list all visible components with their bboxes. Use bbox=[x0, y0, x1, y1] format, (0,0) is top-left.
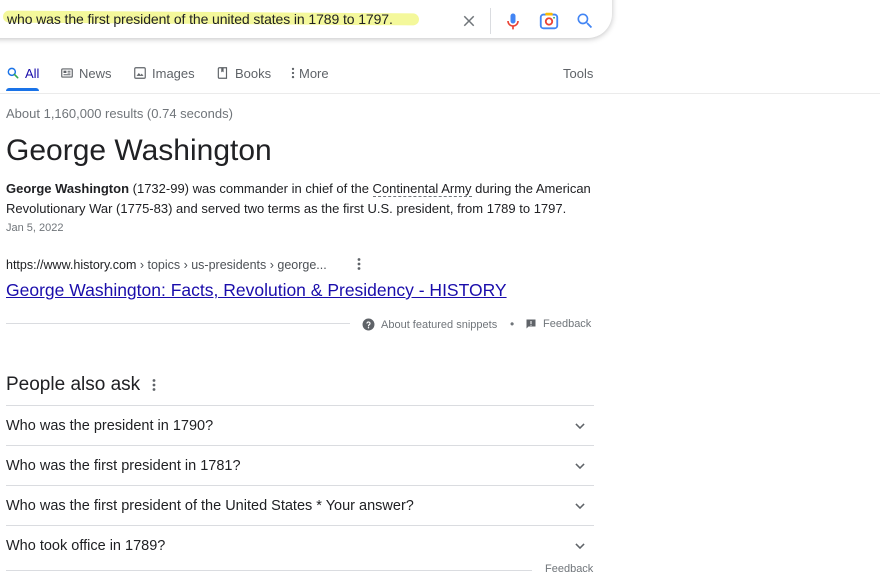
featured-snippet-text: George Washington (1732-99) was commande… bbox=[6, 179, 596, 219]
url-domain: https://www.history.com bbox=[6, 258, 137, 272]
camera-icon[interactable] bbox=[536, 8, 562, 34]
about-featured-snippets-link[interactable]: About featured snippets bbox=[362, 318, 497, 331]
about-label: About featured snippets bbox=[381, 318, 498, 331]
chevron-down-icon bbox=[570, 536, 590, 556]
result-stats: About 1,160,000 results (0.74 seconds) bbox=[6, 106, 233, 121]
tab-news[interactable]: News bbox=[60, 64, 112, 82]
paa-question[interactable]: Who took office in 1789? bbox=[6, 525, 594, 565]
search-bar: who was the first president of the unite… bbox=[0, 0, 612, 38]
feedback-label: Feedback bbox=[543, 318, 592, 330]
snippet-definition-link[interactable]: Continental Army bbox=[372, 181, 472, 197]
book-icon bbox=[217, 67, 228, 79]
featured-answer: George Washington bbox=[6, 134, 272, 167]
tab-label: All bbox=[25, 65, 40, 81]
tab-more[interactable]: More bbox=[290, 64, 329, 82]
search-divider bbox=[490, 8, 491, 34]
paa-title-text: People also ask bbox=[6, 374, 141, 395]
separator-dot: • bbox=[510, 317, 515, 331]
tools-button[interactable]: Tools bbox=[563, 66, 593, 81]
url-path: › topics › us-presidents › george... bbox=[136, 258, 327, 272]
paa-question-text: Who was the first president in 1781? bbox=[6, 457, 241, 474]
snippet-date: Jan 5, 2022 bbox=[6, 222, 64, 234]
tab-label: News bbox=[79, 65, 112, 81]
search-query-text: who was the first president of the unite… bbox=[7, 11, 393, 27]
tab-label: Images bbox=[152, 65, 195, 81]
more-vertical-icon[interactable] bbox=[152, 379, 156, 391]
image-icon bbox=[134, 67, 146, 79]
snippet-bold: George Washington bbox=[6, 181, 130, 196]
help-icon bbox=[362, 318, 375, 331]
chevron-down-icon bbox=[570, 496, 590, 516]
feedback-icon bbox=[526, 319, 536, 329]
news-icon bbox=[61, 68, 73, 78]
tab-books[interactable]: Books bbox=[216, 64, 271, 82]
chevron-down-icon bbox=[570, 456, 590, 476]
people-also-ask-heading: People also ask bbox=[6, 374, 156, 396]
close-icon[interactable] bbox=[456, 8, 482, 34]
paa-question[interactable]: Who was the first president in 1781? bbox=[6, 445, 594, 485]
more-vertical-icon bbox=[291, 67, 295, 79]
search-icon[interactable] bbox=[572, 8, 598, 34]
paa-question[interactable]: Who was the first president of the Unite… bbox=[6, 485, 594, 525]
people-also-ask-list: Who was the president in 1790? Who was t… bbox=[6, 405, 594, 565]
feedback-link[interactable]: Feedback bbox=[525, 318, 591, 330]
active-tab-indicator bbox=[6, 88, 39, 91]
paa-question-text: Who took office in 1789? bbox=[6, 537, 166, 554]
snippet-text-1: (1732-99) was commander in chief of the bbox=[129, 181, 373, 196]
paa-question[interactable]: Who was the president in 1790? bbox=[6, 405, 594, 445]
tab-all[interactable]: All bbox=[6, 64, 39, 82]
search-input[interactable]: who was the first president of the unite… bbox=[2, 10, 420, 27]
paa-question-text: Who was the president in 1790? bbox=[6, 417, 214, 434]
more-vertical-icon[interactable] bbox=[352, 256, 366, 272]
chevron-down-icon bbox=[570, 416, 590, 436]
result-url[interactable]: https://www.history.com › topics › us-pr… bbox=[6, 258, 327, 272]
search-icon bbox=[7, 67, 19, 79]
tab-images[interactable]: Images bbox=[133, 64, 195, 82]
tab-label: More bbox=[299, 65, 329, 81]
paa-divider bbox=[6, 570, 532, 571]
paa-question-text: Who was the first president of the Unite… bbox=[6, 497, 414, 514]
result-title-link[interactable]: George Washington: Facts, Revolution & P… bbox=[6, 280, 507, 301]
paa-feedback-link[interactable]: Feedback bbox=[545, 563, 593, 572]
tab-label: Books bbox=[235, 65, 272, 81]
tabs-divider bbox=[0, 93, 880, 94]
featured-snippet-divider bbox=[6, 323, 350, 324]
microphone-icon[interactable] bbox=[500, 8, 526, 34]
